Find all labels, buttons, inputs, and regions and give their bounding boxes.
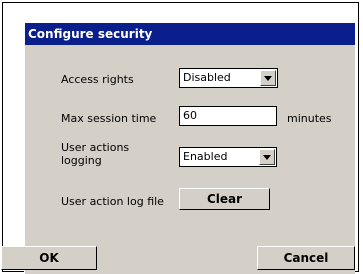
- dialog-title: Configure security: [25, 23, 355, 45]
- ok-button[interactable]: OK: [1, 246, 97, 270]
- cancel-button[interactable]: Cancel: [257, 246, 355, 270]
- access-rights-select[interactable]: Disabled: [179, 68, 278, 88]
- chevron-down-icon[interactable]: [259, 149, 275, 165]
- access-rights-label: Access rights: [61, 73, 134, 86]
- user-actions-logging-label-line1: User actions: [61, 141, 130, 154]
- user-actions-logging-value: Enabled: [183, 150, 228, 163]
- user-actions-logging-label: User actions logging: [61, 141, 129, 167]
- chevron-down-icon[interactable]: [260, 70, 276, 86]
- minutes-unit-label: minutes: [287, 112, 332, 125]
- max-session-time-input[interactable]: 60: [179, 106, 277, 126]
- clear-log-button[interactable]: Clear: [179, 188, 270, 210]
- access-rights-value: Disabled: [183, 71, 231, 84]
- user-action-log-file-label: User action log file: [61, 195, 164, 208]
- user-actions-logging-label-line2: logging: [61, 154, 102, 167]
- configure-security-dialog: Configure security Access rights Disable…: [1, 22, 355, 274]
- max-session-time-label: Max session time: [61, 112, 157, 125]
- user-actions-logging-select[interactable]: Enabled: [179, 147, 277, 167]
